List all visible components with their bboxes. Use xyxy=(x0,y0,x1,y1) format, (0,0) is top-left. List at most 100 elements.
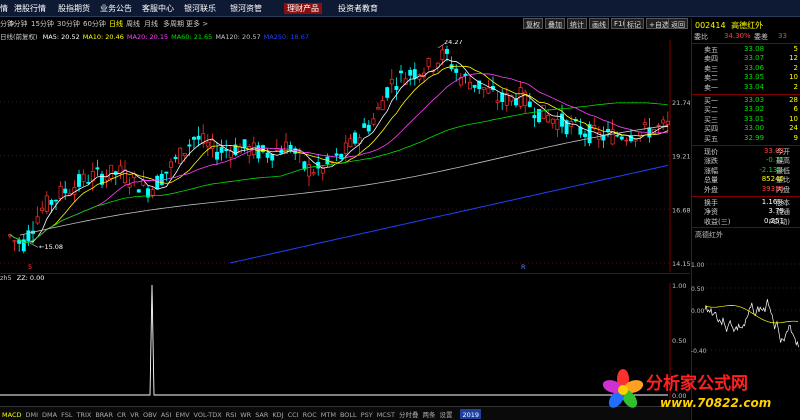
watermark-title: 分析家公式网 xyxy=(646,374,748,394)
toolbar-button-5[interactable]: 标记 xyxy=(624,18,644,29)
order-label: 卖二 xyxy=(704,74,718,83)
sell-row: 卖二 33.05 10 xyxy=(692,73,800,83)
sub-axis-label: 0.50 xyxy=(672,337,686,345)
candle-body xyxy=(642,122,647,126)
quote-label-2: 量比 xyxy=(776,176,790,185)
candle-body xyxy=(187,144,192,147)
nav-item-1[interactable]: 港股行情 xyxy=(14,3,46,14)
toolbar-button-0[interactable]: 复权 xyxy=(523,18,543,29)
nav-item-6[interactable]: 银河资管 xyxy=(230,3,262,14)
candle-body xyxy=(178,147,183,164)
candle-body xyxy=(399,70,403,74)
flower-logo-icon xyxy=(602,369,644,408)
indicator-tab-19[interactable]: BOLL xyxy=(338,409,359,419)
indicator-tab-23[interactable]: 两条 xyxy=(420,407,437,419)
indicator-tab-18[interactable]: MTM xyxy=(319,409,338,419)
candle-body xyxy=(468,81,472,90)
indicator-tab-11[interactable]: VOL-TDX xyxy=(192,409,224,419)
order-volume: 2 xyxy=(793,63,798,72)
stock-header: 002414 高德红外 xyxy=(692,18,800,32)
indicator-tab-0[interactable]: MACD xyxy=(0,409,23,419)
candle-body xyxy=(647,127,652,138)
event-marker[interactable]: R xyxy=(521,263,526,271)
year-badge: 2019 xyxy=(460,409,481,419)
indicator-tab-8[interactable]: OBV xyxy=(141,409,159,419)
candle-body xyxy=(339,153,344,159)
indicator-tab-14[interactable]: SAR xyxy=(253,409,270,419)
panel-divider xyxy=(692,195,800,197)
kline-chart[interactable]: 21.74 19.21 16.68 14.15 24.27 ←15.08 5 R xyxy=(0,40,690,272)
toolbar-button-3[interactable]: 画线 xyxy=(589,18,609,29)
period-tab-1[interactable]: 5分钟 xyxy=(9,19,27,29)
nav-item-8[interactable]: 投资者教育 xyxy=(338,3,378,14)
indicator-tab-24[interactable]: 设置 xyxy=(437,407,454,419)
event-marker[interactable]: 5 xyxy=(28,263,32,271)
candle-body xyxy=(109,164,114,179)
indicator-tab-12[interactable]: RSI xyxy=(224,409,239,419)
top-navigation-bar: 情港股行情 股指期货 业务公告 客服中心 银河联乐 银河资管 理财产品 投资者教育 xyxy=(0,0,800,17)
sell-row: 卖五 33.08 5 xyxy=(692,45,800,55)
candle-body xyxy=(550,118,555,124)
indicator-tab-10[interactable]: EMV xyxy=(173,409,191,419)
order-price: 33.04 xyxy=(744,82,765,91)
indicator-tab-21[interactable]: MCST xyxy=(375,409,397,419)
info-row: 换手 1.16% 股本 xyxy=(692,198,800,208)
quote-label: 涨跌 xyxy=(704,157,718,166)
order-price: 33.06 xyxy=(744,63,765,72)
toolbar-button-7[interactable]: 返回 xyxy=(668,18,688,29)
toolbar-button-2[interactable]: 统计 xyxy=(567,18,587,29)
candle-body xyxy=(12,240,17,243)
indicator-tab-22[interactable]: 分时叠 xyxy=(397,407,421,419)
indicator-tab-1[interactable]: DMI xyxy=(23,409,40,419)
indicator-tab-16[interactable]: CCI xyxy=(286,409,301,419)
candle-body xyxy=(366,124,371,132)
low-marker xyxy=(29,242,39,248)
nav-item-0[interactable]: 情 xyxy=(0,3,8,14)
quote-label-2: 今开 xyxy=(776,147,790,156)
indicator-tab-13[interactable]: WR xyxy=(238,409,253,419)
indicator-tab-20[interactable]: PSY xyxy=(359,409,375,419)
period-tab-5[interactable]: 日线 xyxy=(109,19,123,29)
period-tab-3[interactable]: 30分钟 xyxy=(57,19,80,29)
mini-axis-label: -0.40 xyxy=(691,348,707,355)
nav-item-2[interactable]: 股指期货 xyxy=(58,3,90,14)
indicator-tab-7[interactable]: VR xyxy=(128,409,141,419)
period-tab-7[interactable]: 月线 xyxy=(144,19,158,29)
order-label: 买一 xyxy=(704,96,718,105)
webi-row: 委比 34.30% 委差 33 xyxy=(692,32,800,42)
nav-item-5[interactable]: 银河联乐 xyxy=(184,3,216,14)
order-label: 卖三 xyxy=(704,64,718,73)
quote-label: 涨幅 xyxy=(704,166,718,175)
candle-body xyxy=(242,139,247,149)
candle-body xyxy=(196,135,201,140)
indicator-tab-9[interactable]: ASI xyxy=(159,409,174,419)
period-tab-4[interactable]: 60分钟 xyxy=(83,19,106,29)
nav-item-4[interactable]: 客服中心 xyxy=(142,3,174,14)
candle-body xyxy=(532,115,537,119)
period-tab-2[interactable]: 15分钟 xyxy=(31,19,54,29)
indicator-tab-15[interactable]: KDJ xyxy=(270,409,285,419)
indicator-tab-4[interactable]: TRIX xyxy=(74,409,93,419)
period-tab-9[interactable]: 更多 > xyxy=(186,19,208,29)
period-tab-8[interactable]: 多周期 xyxy=(163,19,184,29)
nav-item-3[interactable]: 业务公告 xyxy=(100,3,132,14)
indicator-tab-6[interactable]: CR xyxy=(115,409,128,419)
indicator-chart[interactable]: 1.000.500.00 xyxy=(0,283,690,404)
toolbar-button-1[interactable]: 叠加 xyxy=(545,18,565,29)
mini-axis-label: 1.00 xyxy=(691,262,705,269)
candle-body xyxy=(77,174,81,187)
indicator-tab-3[interactable]: FSL xyxy=(59,409,74,419)
candle-body xyxy=(385,87,390,98)
mini-intraday-chart[interactable]: 1.00 0.50 0.00 -0.40 xyxy=(691,252,800,368)
indicator-tab-17[interactable]: ROC xyxy=(301,409,319,419)
indicator-tab-5[interactable]: BRAR xyxy=(93,409,115,419)
candle-body xyxy=(205,141,210,147)
sell-row: 卖一 33.04 2 xyxy=(692,83,800,93)
period-tab-6[interactable]: 周线 xyxy=(126,19,140,29)
candle-body xyxy=(481,87,486,90)
nav-item-7[interactable]: 理财产品 xyxy=(284,3,322,14)
order-price: 33.05 xyxy=(744,73,765,82)
candle-body xyxy=(546,115,551,123)
candle-body xyxy=(555,119,560,130)
indicator-tab-2[interactable]: DMA xyxy=(40,409,59,419)
